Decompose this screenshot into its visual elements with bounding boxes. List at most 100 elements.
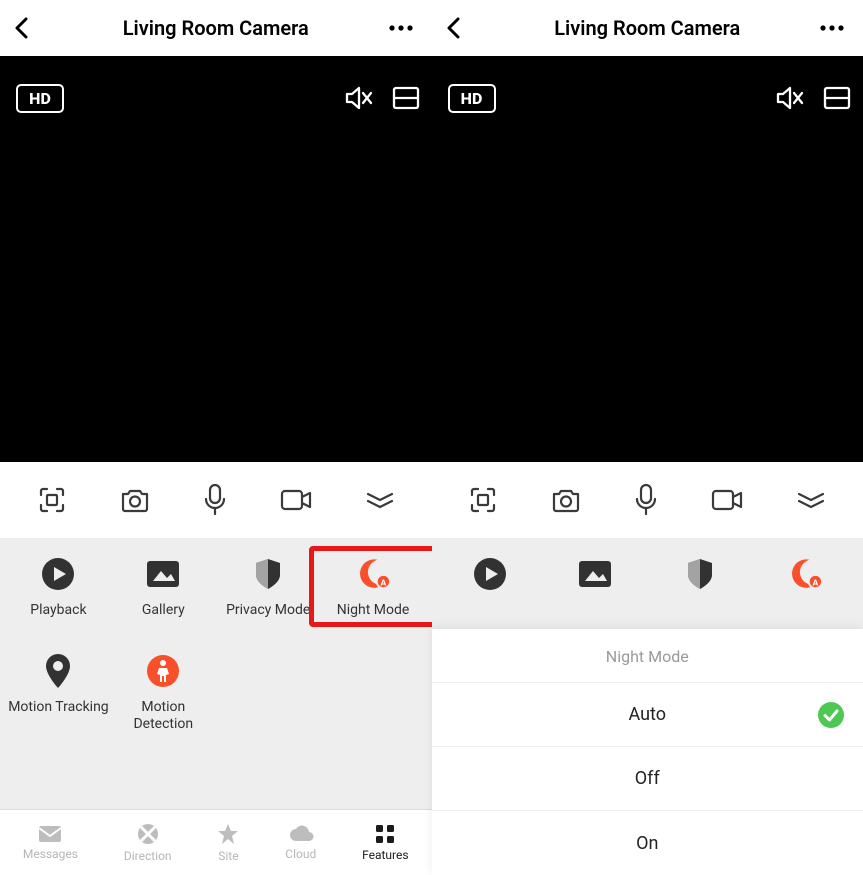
- more-button[interactable]: [819, 24, 849, 32]
- split-view-icon: [392, 86, 420, 110]
- microphone-icon: [633, 483, 659, 517]
- feature-gallery[interactable]: Gallery: [111, 556, 216, 619]
- back-button[interactable]: [446, 17, 476, 39]
- envelope-icon: [38, 825, 62, 843]
- camera-icon: [119, 486, 151, 514]
- playback-icon: [472, 556, 508, 592]
- screen-night-mode-sheet: Living Room Camera HD: [432, 0, 863, 875]
- feature-motion-detection[interactable]: Motion Detection: [111, 653, 216, 733]
- svg-text:A: A: [381, 578, 387, 588]
- nav-label: Features: [362, 848, 408, 862]
- fullscreen-button[interactable]: [36, 484, 68, 516]
- feature-playback[interactable]: [438, 556, 543, 592]
- page-title: Living Room Camera: [44, 16, 388, 40]
- nav-features[interactable]: Features: [362, 824, 408, 862]
- feature-motion-tracking[interactable]: Motion Tracking: [6, 653, 111, 733]
- talk-button[interactable]: [633, 483, 659, 517]
- privacy-icon: [254, 557, 282, 591]
- compass-icon: [137, 823, 159, 845]
- header: Living Room Camera: [0, 0, 432, 56]
- gallery-icon: [145, 559, 181, 589]
- quality-badge[interactable]: HD: [16, 84, 64, 113]
- more-button[interactable]: [388, 24, 418, 32]
- nav-site[interactable]: Site: [217, 823, 239, 863]
- collapse-button[interactable]: [795, 491, 827, 509]
- feature-label: Motion Tracking: [8, 699, 108, 716]
- snapshot-button[interactable]: [550, 486, 582, 514]
- record-button[interactable]: [279, 487, 313, 513]
- back-button[interactable]: [14, 17, 44, 39]
- quick-bar: [432, 462, 863, 538]
- layout-button[interactable]: [823, 86, 851, 110]
- microphone-icon: [202, 483, 228, 517]
- night-mode-icon: A: [355, 557, 391, 591]
- feature-night-mode[interactable]: A Night Mode: [321, 556, 426, 619]
- option-label: Off: [635, 768, 660, 789]
- fullscreen-button[interactable]: [467, 484, 499, 516]
- feature-label: Night Mode: [337, 602, 410, 619]
- talk-button[interactable]: [202, 483, 228, 517]
- header: Living Room Camera: [432, 0, 863, 56]
- feature-privacy[interactable]: Privacy Mode: [216, 556, 321, 619]
- layout-button[interactable]: [392, 86, 420, 110]
- camera-icon: [550, 486, 582, 514]
- volume-mute-icon: [775, 84, 805, 112]
- cloud-icon: [288, 825, 314, 843]
- quick-bar: [0, 462, 432, 538]
- grid-icon: [375, 824, 395, 844]
- privacy-icon: [686, 557, 714, 591]
- night-mode-icon: A: [787, 557, 823, 591]
- volume-mute-icon: [344, 84, 374, 112]
- video-camera-icon: [279, 487, 313, 513]
- mute-button[interactable]: [344, 84, 374, 112]
- nav-label: Site: [218, 849, 238, 863]
- option-off[interactable]: Off: [432, 747, 863, 811]
- option-label: Auto: [628, 704, 666, 725]
- nav-label: Cloud: [285, 847, 316, 861]
- video-feed[interactable]: HD: [0, 56, 432, 462]
- feature-label: Motion Detection: [111, 699, 216, 733]
- option-auto[interactable]: Auto: [432, 683, 863, 747]
- feature-label: Privacy Mode: [226, 602, 310, 619]
- night-mode-sheet: Night Mode Auto Off On: [432, 629, 863, 875]
- pin-icon: [43, 652, 73, 690]
- feature-night-mode[interactable]: A: [752, 556, 857, 592]
- feature-playback[interactable]: Playback: [6, 556, 111, 619]
- screen-features: Living Room Camera HD: [0, 0, 432, 875]
- sheet-title: Night Mode: [432, 629, 863, 683]
- split-view-icon: [823, 86, 851, 110]
- fullscreen-icon: [467, 484, 499, 516]
- bottom-nav: Messages Direction Site Cloud Features: [0, 809, 432, 875]
- option-on[interactable]: On: [432, 811, 863, 875]
- feature-label: Gallery: [142, 602, 185, 619]
- video-camera-icon: [710, 487, 744, 513]
- collapse-button[interactable]: [364, 491, 396, 509]
- nav-direction[interactable]: Direction: [124, 823, 172, 863]
- checkmark-icon: [817, 701, 845, 729]
- features-panel: A Night Mode Auto Off On: [432, 538, 863, 875]
- gallery-icon: [577, 559, 613, 589]
- quality-badge[interactable]: HD: [448, 84, 496, 113]
- feature-label: Playback: [30, 602, 86, 619]
- feature-privacy[interactable]: [647, 556, 752, 592]
- nav-label: Direction: [124, 849, 172, 863]
- fullscreen-icon: [36, 484, 68, 516]
- chevron-left-icon: [14, 17, 30, 39]
- svg-text:A: A: [812, 578, 818, 588]
- record-button[interactable]: [710, 487, 744, 513]
- dots-icon: [388, 24, 414, 32]
- snapshot-button[interactable]: [119, 486, 151, 514]
- mute-button[interactable]: [775, 84, 805, 112]
- option-label: On: [636, 833, 658, 854]
- feature-gallery[interactable]: [542, 556, 647, 592]
- chevron-left-icon: [446, 17, 462, 39]
- motion-icon: [145, 653, 181, 689]
- star-icon: [217, 823, 239, 845]
- page-title: Living Room Camera: [476, 16, 820, 40]
- video-feed[interactable]: HD: [432, 56, 863, 462]
- playback-icon: [40, 556, 76, 592]
- chevrons-down-icon: [795, 491, 827, 509]
- nav-messages[interactable]: Messages: [23, 825, 78, 861]
- nav-cloud[interactable]: Cloud: [285, 825, 316, 861]
- nav-label: Messages: [23, 847, 78, 861]
